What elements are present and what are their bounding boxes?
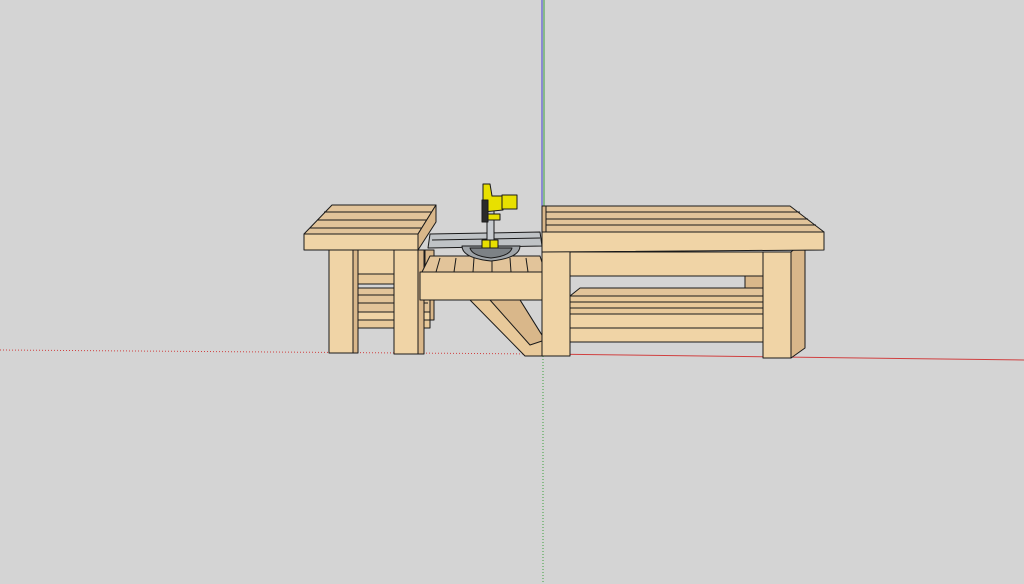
- right-workbench[interactable]: [541, 205, 825, 359]
- platform-front: [419, 271, 546, 301]
- red-axis-dotted: [0, 349, 543, 355]
- modeling-viewport[interactable]: [0, 0, 1024, 584]
- right-bench-top-front: [541, 231, 825, 253]
- miter-saw-platform[interactable]: [419, 255, 546, 357]
- scene-canvas[interactable]: [0, 0, 1024, 584]
- left-bench-front-leg-right: [393, 249, 419, 355]
- right-bench-shelf-front: [569, 313, 766, 329]
- right-bench-top-side: [541, 205, 547, 233]
- left-bench-front-leg-left: [328, 249, 354, 354]
- miter-saw[interactable]: [427, 183, 543, 262]
- right-bench-front-leg-right: [762, 251, 792, 359]
- right-bench-apron: [567, 251, 769, 277]
- left-bench-top-front: [303, 233, 419, 251]
- left-workbench[interactable]: [303, 204, 437, 355]
- saw-handle: [501, 194, 518, 210]
- right-bench-front-leg-left: [541, 249, 571, 357]
- right-bench-lower-shelf: [569, 287, 771, 297]
